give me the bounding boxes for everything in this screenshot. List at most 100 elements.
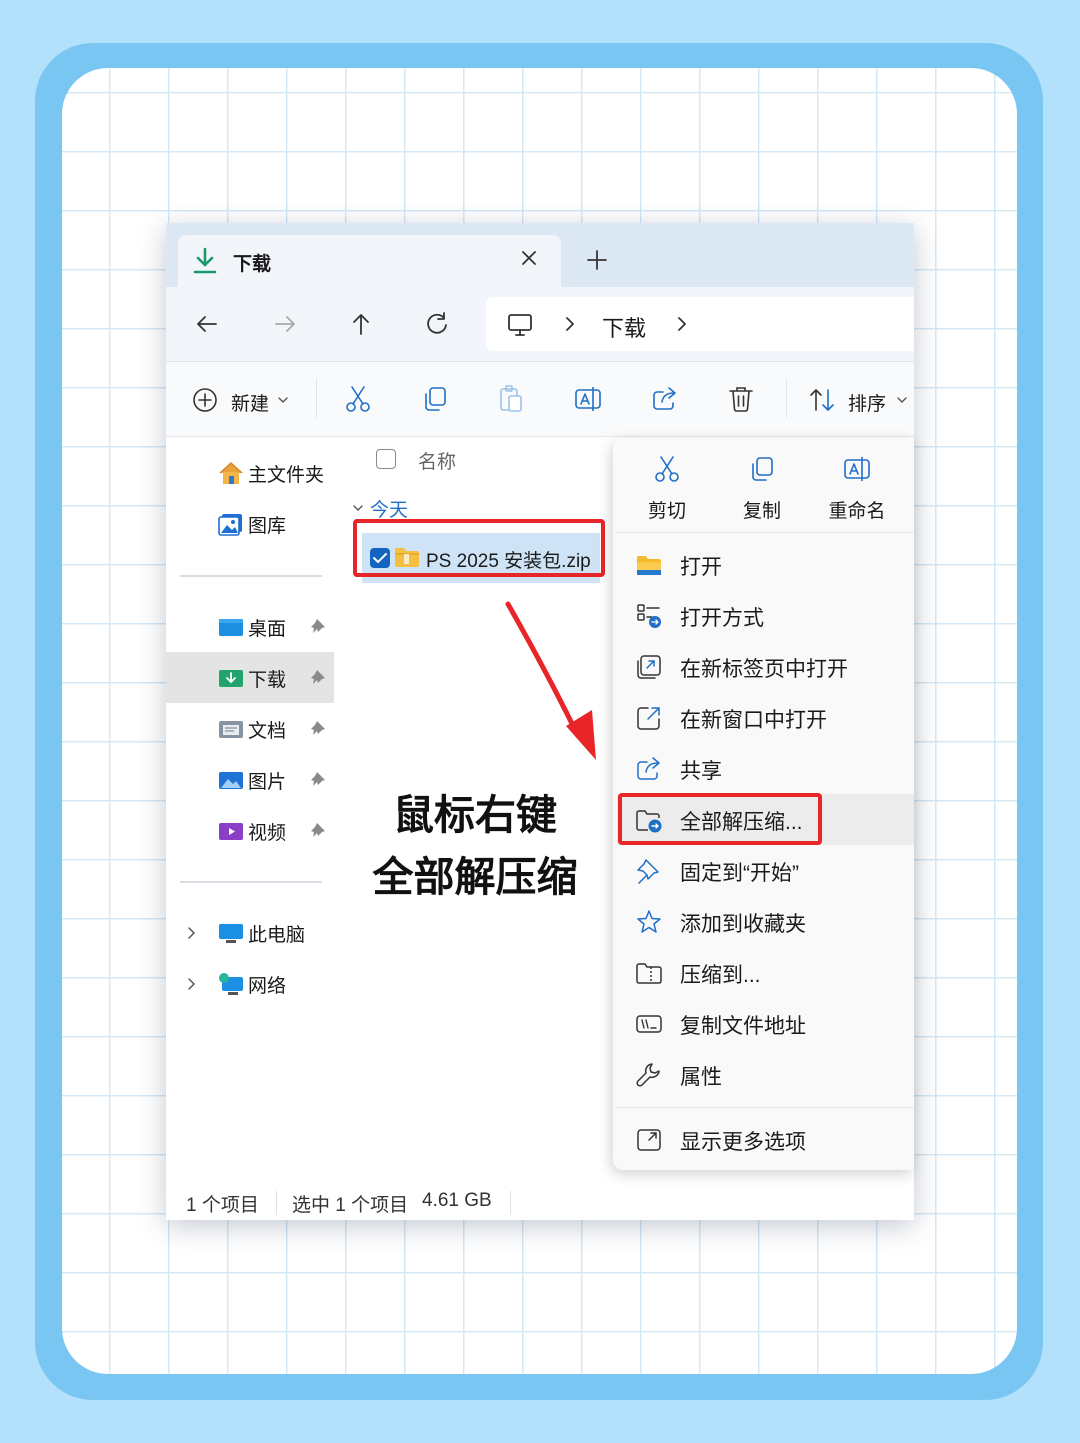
close-icon[interactable] bbox=[516, 245, 542, 271]
menu-item-open-new-window[interactable]: 在新窗口中打开 bbox=[617, 692, 914, 743]
download-icon bbox=[193, 247, 217, 274]
menu-item-label: 添加到收藏夹 bbox=[680, 913, 806, 936]
copy-path-icon bbox=[636, 1015, 662, 1033]
sidebar-item-label: 主文件夹 bbox=[248, 465, 325, 486]
downloads-folder-icon bbox=[219, 670, 243, 687]
navigation-bar: 下载 bbox=[166, 287, 914, 361]
file-highlight-box bbox=[353, 519, 605, 577]
group-label: 今天 bbox=[370, 500, 409, 521]
monitor-icon bbox=[508, 314, 532, 336]
pin-icon[interactable] bbox=[310, 617, 328, 637]
sidebar-item-pictures[interactable]: 图片 bbox=[166, 754, 334, 805]
menu-item-open-new-tab[interactable]: 在新标签页中打开 bbox=[617, 641, 914, 692]
menu-item-label: 在新窗口中打开 bbox=[680, 709, 827, 732]
cut-icon[interactable] bbox=[343, 384, 373, 414]
menu-item-label: 复制文件地址 bbox=[680, 1015, 806, 1038]
paste-icon[interactable] bbox=[496, 384, 526, 414]
menu-item-label: 打开方式 bbox=[680, 607, 764, 630]
menu-cut-label: 剪切 bbox=[647, 501, 686, 522]
menu-item-properties[interactable]: 属性 bbox=[617, 1049, 914, 1100]
menu-item-compress-to[interactable]: 压缩到... bbox=[617, 947, 914, 998]
toolbar-separator bbox=[316, 378, 317, 418]
sidebar-item-this-pc[interactable]: 此电脑 bbox=[166, 907, 334, 958]
menu-item-label: 显示更多选项 bbox=[680, 1131, 806, 1154]
menu-item-label: 压缩到... bbox=[680, 964, 761, 987]
sidebar-item-gallery[interactable]: 图库 bbox=[166, 498, 334, 549]
menu-rename-button[interactable]: 重命名 bbox=[811, 454, 903, 528]
gallery-icon bbox=[218, 514, 242, 536]
pin-icon bbox=[637, 859, 659, 884]
chevron-right-icon[interactable] bbox=[186, 976, 198, 992]
menu-item-add-favorites[interactable]: 添加到收藏夹 bbox=[617, 896, 914, 947]
share-icon[interactable] bbox=[650, 384, 680, 414]
menu-item-open[interactable]: 打开 bbox=[617, 539, 914, 590]
back-arrow-icon[interactable] bbox=[192, 309, 222, 339]
menu-item-share[interactable]: 共享 bbox=[617, 743, 914, 794]
sidebar-item-videos[interactable]: 视频 bbox=[166, 805, 334, 856]
status-separator bbox=[276, 1191, 277, 1215]
address-bar[interactable]: 下载 bbox=[486, 297, 914, 351]
sidebar-item-label: 图库 bbox=[248, 516, 287, 537]
menu-item-pin-start[interactable]: 固定到“开始” bbox=[617, 845, 914, 896]
menu-item-open-with[interactable]: 打开方式 bbox=[617, 590, 914, 641]
menu-item-label: 属性 bbox=[680, 1066, 722, 1089]
status-selected-size: 4.61 GB bbox=[422, 1190, 492, 1211]
menu-separator bbox=[617, 1107, 914, 1108]
menu-cut-button[interactable]: 剪切 bbox=[621, 454, 713, 528]
menu-item-label: 打开 bbox=[680, 556, 722, 579]
sort-button[interactable]: 排序 bbox=[808, 386, 912, 416]
more-options-icon bbox=[637, 1129, 661, 1151]
pin-icon[interactable] bbox=[310, 668, 328, 688]
sidebar-item-network[interactable]: 网络 bbox=[166, 958, 334, 1009]
new-window-icon bbox=[637, 707, 660, 730]
menu-highlight-box bbox=[618, 793, 822, 845]
navigation-pane: 主文件夹 图库 桌面 下载 文档 图片 视频 此电脑 网络 bbox=[166, 437, 336, 1187]
sort-icon bbox=[810, 389, 834, 411]
toolbar-separator bbox=[786, 378, 787, 418]
chevron-right-icon[interactable] bbox=[674, 314, 690, 334]
menu-item-label: 在新标签页中打开 bbox=[680, 658, 848, 681]
sidebar-item-label: 下载 bbox=[248, 670, 287, 691]
up-arrow-icon[interactable] bbox=[346, 309, 376, 339]
pin-icon[interactable] bbox=[310, 770, 328, 790]
tab-downloads[interactable]: 下载 bbox=[178, 235, 561, 289]
red-arrow-icon bbox=[505, 601, 596, 760]
menu-item-label: 固定到“开始” bbox=[680, 862, 799, 885]
select-all-checkbox[interactable] bbox=[376, 449, 396, 469]
instruction-annotation: 鼠标右键 全部解压缩 bbox=[350, 784, 600, 908]
sidebar-item-documents[interactable]: 文档 bbox=[166, 703, 334, 754]
pin-icon[interactable] bbox=[310, 719, 328, 739]
documents-folder-icon bbox=[219, 721, 243, 738]
sidebar-divider bbox=[180, 881, 322, 883]
refresh-icon[interactable] bbox=[422, 309, 452, 339]
menu-copy-button[interactable]: 复制 bbox=[716, 454, 808, 528]
menu-copy-label: 复制 bbox=[742, 501, 781, 522]
sidebar-item-downloads[interactable]: 下载 bbox=[166, 652, 334, 703]
pin-icon[interactable] bbox=[310, 821, 328, 841]
sidebar-item-label: 此电脑 bbox=[248, 925, 306, 946]
this-pc-icon bbox=[219, 924, 243, 943]
status-separator bbox=[510, 1191, 511, 1215]
sidebar-item-desktop[interactable]: 桌面 bbox=[166, 601, 334, 652]
network-icon bbox=[219, 973, 243, 995]
open-with-icon bbox=[637, 604, 661, 628]
breadcrumb[interactable]: 下载 bbox=[602, 311, 646, 343]
chevron-down-icon bbox=[278, 397, 288, 403]
delete-icon[interactable] bbox=[726, 384, 756, 414]
scissors-icon bbox=[655, 456, 679, 482]
rename-icon[interactable] bbox=[573, 384, 603, 414]
chevron-right-icon[interactable] bbox=[186, 925, 198, 941]
compress-icon bbox=[636, 963, 662, 984]
status-bar: 1 个项目 选中 1 个项目 4.61 GB bbox=[166, 1187, 914, 1220]
new-tab-plus-icon[interactable] bbox=[584, 247, 610, 273]
menu-item-copy-path[interactable]: 复制文件地址 bbox=[617, 998, 914, 1049]
copy-icon[interactable] bbox=[420, 384, 450, 414]
menu-item-show-more-options[interactable]: 显示更多选项 bbox=[617, 1114, 914, 1165]
sidebar-item-home[interactable]: 主文件夹 bbox=[166, 447, 334, 498]
sidebar-item-label: 桌面 bbox=[248, 619, 287, 640]
chevron-right-icon[interactable] bbox=[562, 314, 578, 334]
status-selected-count: 选中 1 个项目 bbox=[292, 1195, 409, 1216]
new-tab-icon bbox=[637, 655, 661, 679]
forward-arrow-icon[interactable] bbox=[270, 309, 300, 339]
sidebar-divider bbox=[180, 575, 322, 577]
